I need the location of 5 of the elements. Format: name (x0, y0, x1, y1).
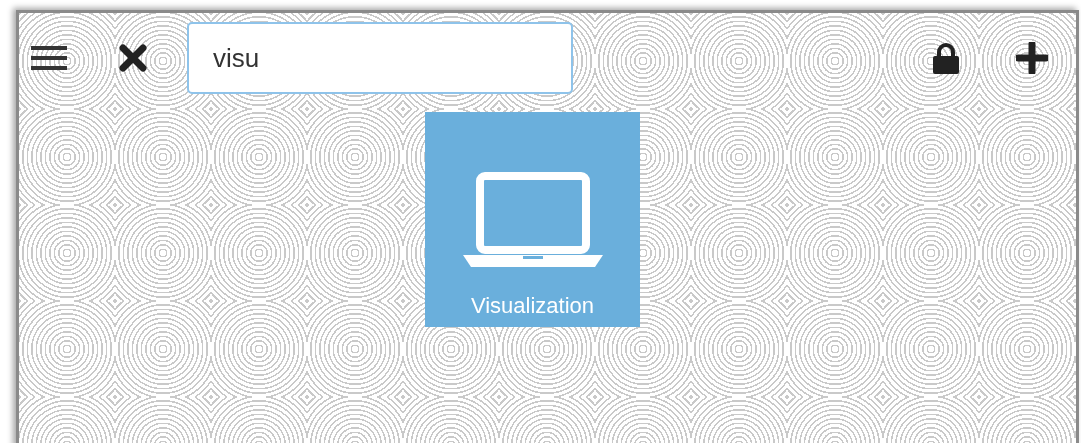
menu-icon[interactable] (31, 44, 67, 72)
close-icon[interactable] (119, 44, 147, 72)
search-field[interactable]: visu (187, 22, 573, 94)
add-icon[interactable] (1016, 42, 1048, 74)
lock-icon[interactable] (932, 42, 960, 74)
